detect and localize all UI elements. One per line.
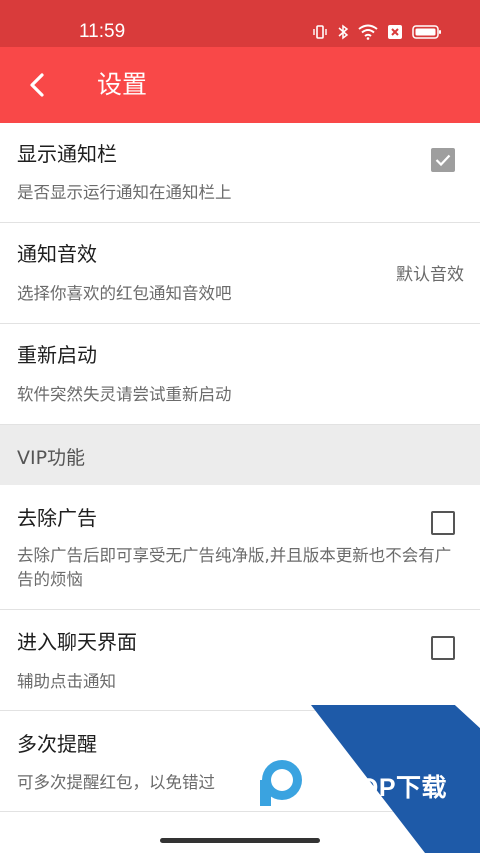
setting-description: 选择你喜欢的红包通知音效吧 bbox=[17, 284, 232, 303]
bluetooth-icon bbox=[338, 24, 349, 40]
status-icons bbox=[312, 22, 442, 42]
setting-multiple-reminders[interactable]: 多次提醒 可多次提醒红包，以免错过 bbox=[0, 711, 480, 812]
setting-label: 显示通知栏 bbox=[17, 142, 117, 166]
show-notification-checkbox[interactable] bbox=[431, 148, 455, 172]
setting-label: 多次提醒 bbox=[17, 732, 97, 756]
page-title: 设置 bbox=[97, 70, 148, 99]
wifi-icon bbox=[358, 24, 378, 40]
vibrate-icon bbox=[313, 25, 327, 39]
setting-show-notification[interactable]: 显示通知栏 是否显示运行通知在通知栏上 bbox=[0, 123, 480, 223]
status-bar: 11:59 bbox=[0, 0, 480, 47]
back-button[interactable] bbox=[22, 69, 54, 101]
setting-remove-ads[interactable]: 去除广告 去除广告后即可享受无广告纯净版,并且版本更新也不会有广告的烦恼 bbox=[0, 485, 480, 610]
battery-icon bbox=[412, 25, 441, 39]
setting-description: 可多次提醒红包，以免错过 bbox=[17, 773, 215, 792]
notification-sound-value: 默认音效 bbox=[396, 265, 464, 285]
setting-label: 进入聊天界面 bbox=[17, 630, 137, 654]
enter-chat-checkbox[interactable] bbox=[431, 636, 455, 660]
setting-description: 软件突然失灵请尝试重新启动 bbox=[17, 385, 232, 404]
setting-description: 辅助点击通知 bbox=[17, 672, 116, 691]
home-indicator[interactable] bbox=[160, 838, 320, 843]
vip-section-header: VIP功能 bbox=[0, 425, 480, 485]
setting-description: 去除广告后即可享受无广告纯净版,并且版本更新也不会有广告的烦恼 bbox=[17, 546, 452, 589]
setting-notification-sound[interactable]: 通知音效 选择你喜欢的红包通知音效吧 默认音效 bbox=[0, 223, 480, 324]
section-title: VIP功能 bbox=[17, 447, 86, 469]
remove-ads-checkbox[interactable] bbox=[431, 511, 455, 535]
status-time: 11:59 bbox=[79, 21, 126, 42]
setting-label: 去除广告 bbox=[17, 506, 97, 530]
chevron-left-icon bbox=[30, 73, 44, 97]
check-icon bbox=[435, 154, 451, 167]
setting-restart[interactable]: 重新启动 软件突然失灵请尝试重新启动 bbox=[0, 324, 480, 425]
setting-enter-chat[interactable]: 进入聊天界面 辅助点击通知 bbox=[0, 610, 480, 711]
setting-description: 是否显示运行通知在通知栏上 bbox=[17, 183, 232, 202]
setting-label: 重新启动 bbox=[17, 343, 97, 367]
settings-list: 显示通知栏 是否显示运行通知在通知栏上 通知音效 选择你喜欢的红包通知音效吧 默… bbox=[0, 123, 480, 812]
setting-label: 通知音效 bbox=[17, 242, 97, 266]
sim-blocked-icon bbox=[388, 25, 402, 39]
app-bar: 设置 bbox=[0, 47, 480, 123]
